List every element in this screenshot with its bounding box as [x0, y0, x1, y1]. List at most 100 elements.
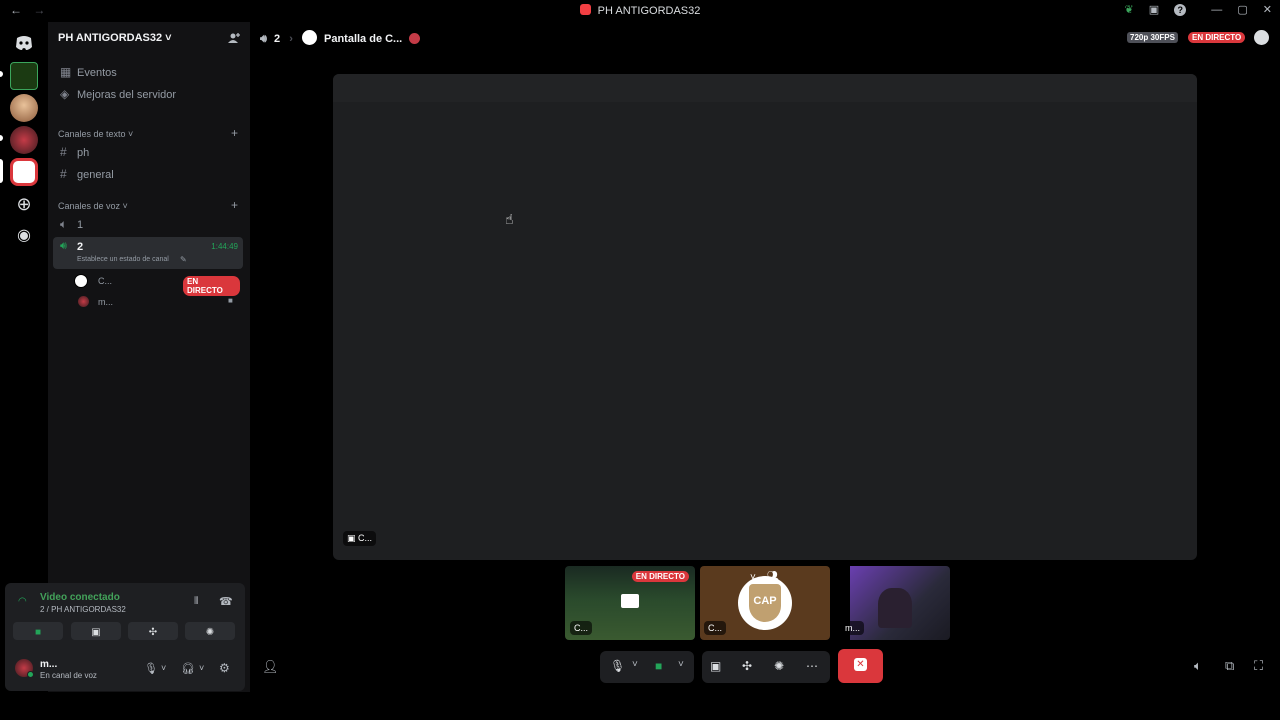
title-bar: ← → PH ANTIGORDAS32 ❦ ▣ ? — ▢ ✕	[0, 0, 1280, 22]
volume-icon[interactable]: 🔈︎	[1194, 658, 1202, 674]
hash-icon: #	[60, 167, 67, 181]
soundboard-icon[interactable]: ✺	[774, 659, 790, 675]
crest-shield: CAP	[749, 584, 781, 622]
close-button[interactable]: ✕	[1263, 3, 1272, 16]
explore-icon[interactable]: ◉	[10, 223, 38, 251]
stage-channel: 2	[274, 33, 281, 45]
camera-button[interactable]: ■	[13, 622, 63, 640]
chevron-down-icon[interactable]: ˅	[161, 663, 166, 673]
soundboard-button[interactable]: ✺	[185, 622, 235, 640]
more-options-icon[interactable]: ⋯	[806, 659, 822, 675]
video-camera-icon: ■	[34, 627, 42, 638]
user-name: m...	[40, 659, 58, 670]
person-silhouette	[878, 588, 912, 628]
user-video-tile[interactable]: CAP ˅ 👥︎ C...	[700, 566, 830, 640]
voice-status-hint[interactable]: Establece un estado de canal	[77, 256, 169, 263]
boost-icon: ◈	[60, 87, 70, 101]
stage-header: 🔊︎ 2 › Pantalla de C...	[260, 30, 421, 46]
discord-home-icon[interactable]	[10, 28, 38, 56]
group-icon[interactable]: 👥︎	[766, 571, 779, 582]
unread-pill	[0, 135, 3, 141]
popout-icon[interactable]: ⧉	[1225, 658, 1234, 674]
maximize-button[interactable]: ▢	[1237, 3, 1247, 16]
server-icon-3[interactable]	[10, 126, 38, 154]
microphone-icon[interactable]: 🎙︎	[610, 659, 626, 675]
main-stream-label: ▣ C...	[343, 531, 377, 546]
add-voice-channel-icon[interactable]: +	[231, 198, 238, 212]
stream-thumbnail[interactable]: EN DIRECTO C...	[565, 566, 695, 640]
boosts-item[interactable]: ◈ Mejoras del servidor	[56, 85, 244, 105]
pencil-icon[interactable]: ✎	[180, 255, 187, 264]
user-status: En canal de voz	[40, 671, 97, 680]
screen-share-icon: ▣	[347, 533, 356, 543]
invite-icon[interactable]	[228, 31, 240, 43]
chevron-down-icon[interactable]: ˅	[750, 572, 756, 583]
avatar	[74, 274, 88, 288]
online-indicator	[27, 671, 34, 678]
voice-status-title[interactable]: Video conectado	[40, 592, 120, 603]
voice-timer: 1:44:49	[211, 242, 238, 251]
live-badge: EN DIRECTO	[631, 571, 689, 582]
settings-gear-icon[interactable]: ⚙	[219, 661, 230, 675]
add-text-channel-icon[interactable]: +	[231, 126, 238, 140]
hash-icon: #	[60, 145, 67, 159]
add-server-icon[interactable]: ⊕	[10, 191, 38, 219]
chat-bubble-icon[interactable]	[1254, 30, 1269, 45]
activities-icon: ✣	[148, 627, 158, 638]
chevron-down-icon[interactable]: ˅	[678, 659, 694, 675]
nitro-leaf-icon[interactable]: ❦	[1124, 3, 1133, 16]
activities-icon[interactable]: ✣	[742, 659, 758, 675]
calendar-icon: ▦	[60, 65, 72, 79]
screen-icon[interactable]: ▣	[1149, 3, 1159, 16]
channel-ph[interactable]: # ph	[56, 143, 244, 163]
disconnect-icon[interactable]: ☎	[219, 595, 233, 608]
video-camera-icon[interactable]: ■	[655, 659, 671, 675]
voice-connection-panel: ◠ Video conectado 2 / PH ANTIGORDAS32 ⦀ …	[5, 583, 245, 691]
live-badge: EN DIRECTO	[1188, 32, 1246, 43]
help-icon[interactable]: ?	[1174, 4, 1187, 16]
voice-member[interactable]: C... EN DIRECTO	[74, 272, 240, 296]
server-icon-active[interactable]	[10, 158, 38, 186]
activities-button[interactable]: ✣	[128, 622, 178, 640]
leave-call-button[interactable]: ✕	[838, 649, 883, 683]
microphone-icon[interactable]: 🎙︎	[144, 662, 158, 675]
screen-share-button[interactable]: ▣	[71, 622, 121, 640]
crest-avatar: CAP	[738, 576, 792, 630]
quality-badge: 720p 30FPS	[1127, 32, 1178, 43]
server-icon-2[interactable]	[10, 94, 38, 122]
speaker-icon: 🔊︎	[60, 240, 67, 252]
minimize-button[interactable]: —	[1211, 4, 1222, 16]
user-camera-tile[interactable]: m...	[838, 566, 950, 640]
voice-member[interactable]: m... ■	[74, 293, 240, 311]
voice-channel-2-label: 2	[77, 241, 84, 253]
voice-category[interactable]: Canales de voz ˅	[58, 201, 128, 211]
headphones-icon[interactable]: 🎧︎	[181, 662, 195, 675]
channel-general[interactable]: # general	[56, 165, 244, 185]
channel-sidebar: PH ANTIGORDAS32 ˅ ▦ Eventos ◈ Mejoras de…	[5, 22, 250, 692]
main-stream-tile[interactable]: ▣ C...	[333, 74, 1197, 560]
window-title: PH ANTIGORDAS32	[597, 5, 701, 17]
server-header[interactable]: PH ANTIGORDAS32 ˅	[48, 22, 250, 54]
speaker-icon: 🔈︎	[60, 217, 68, 231]
screen-share-icon: ▣	[91, 627, 101, 638]
text-category[interactable]: Canales de texto ˅	[58, 129, 133, 139]
voice-status-subtitle[interactable]: 2 / PH ANTIGORDAS32	[40, 605, 126, 614]
fullscreen-icon[interactable]: ⛶	[1254, 658, 1263, 674]
screen-share-icon[interactable]: ▣	[710, 659, 726, 675]
avatar	[78, 296, 89, 307]
voice-channel-1[interactable]: 🔈︎ 1	[56, 215, 244, 235]
stream-title: Pantalla de C...	[323, 33, 403, 45]
server-icon-1[interactable]	[10, 62, 38, 90]
voice-channel-2[interactable]: 🔊︎ 2 1:44:49 Establece un estado de cana…	[53, 237, 243, 269]
add-friend-icon[interactable]: 👤︎	[262, 659, 279, 675]
video-camera-icon: ■	[228, 296, 233, 305]
signal-icon[interactable]: ◠	[18, 596, 27, 607]
noise-suppression-icon[interactable]: ⦀	[194, 596, 198, 607]
chevron-down-icon[interactable]: ˅	[199, 663, 204, 673]
chevron-down-icon[interactable]: ˅	[632, 659, 648, 675]
activity-controls: ▣ ✣ ✺ ⋯	[702, 651, 830, 683]
server-name: PH ANTIGORDAS32 ˅	[58, 32, 172, 44]
screen-share-icon	[621, 594, 639, 608]
leave-call-icon: ✕	[854, 658, 867, 671]
events-item[interactable]: ▦ Eventos	[56, 63, 244, 83]
